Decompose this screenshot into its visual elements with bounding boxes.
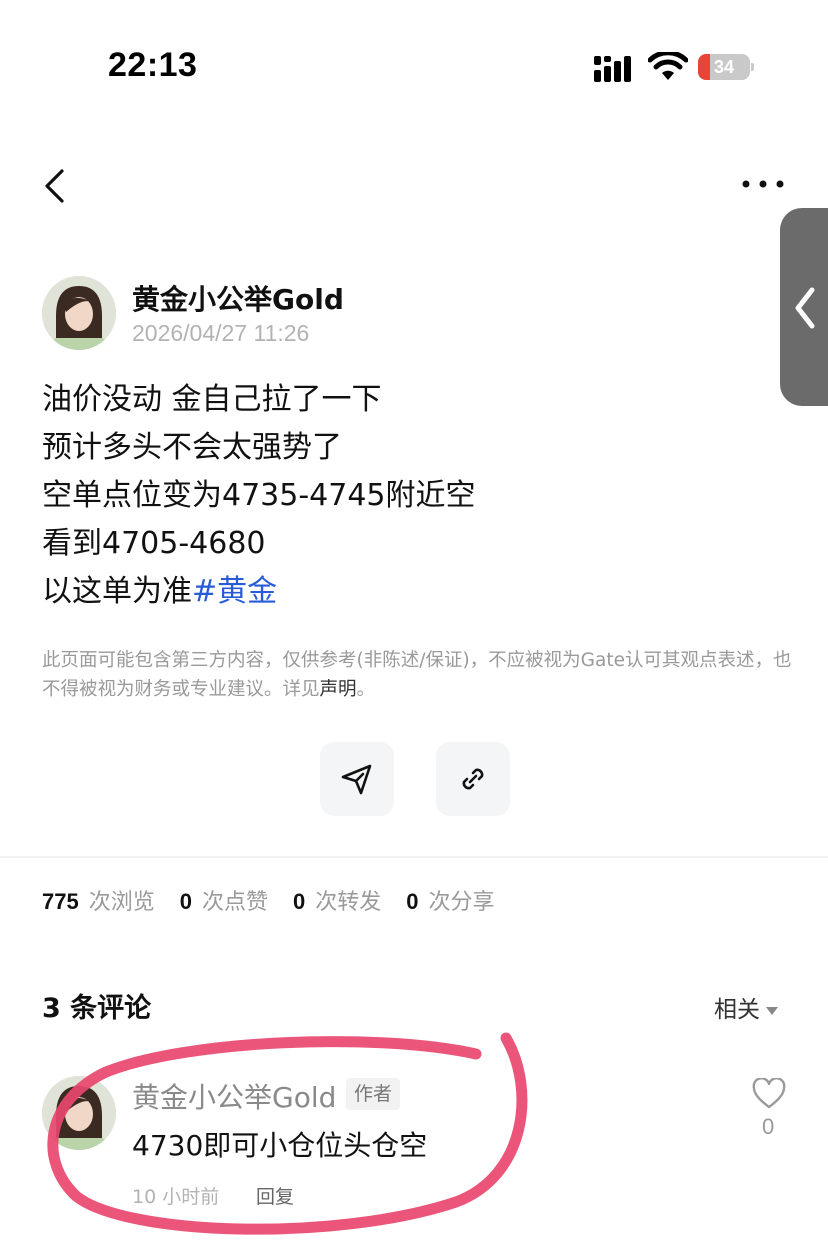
battery-level: 34 xyxy=(713,57,735,77)
likes-count: 0 xyxy=(179,889,192,914)
likes-label: 次点赞 xyxy=(201,890,268,915)
post-stats: 775 次浏览 0 次点赞 0 次转发 0 次分享 xyxy=(42,884,513,916)
sort-dropdown[interactable]: 相关 xyxy=(714,990,778,1024)
chevron-left-icon xyxy=(795,287,815,329)
avatar-image xyxy=(42,276,116,350)
post-line: 看到4705-4680 xyxy=(42,526,266,561)
reposts-label: 次转发 xyxy=(315,890,382,915)
send-icon xyxy=(341,764,372,795)
disclaimer-end: 。 xyxy=(356,679,376,700)
wifi-icon xyxy=(648,52,688,80)
more-dots-icon[interactable] xyxy=(740,176,786,192)
author-badge: 作者 xyxy=(346,1078,401,1110)
comments-title: 3 条评论 xyxy=(42,993,152,1024)
comment-text: 4730即可小仓位头仓空 xyxy=(132,1129,428,1162)
cellular-signal-icon xyxy=(594,56,631,82)
post-line-last: 以这单为准#黄金 xyxy=(42,568,476,616)
link-icon xyxy=(462,768,484,790)
author-name[interactable]: 黄金小公举Gold xyxy=(132,278,344,318)
caret-down-icon xyxy=(766,1006,778,1015)
shares-count: 0 xyxy=(406,889,419,914)
reply-button[interactable]: 回复 xyxy=(256,1182,294,1209)
section-divider xyxy=(0,856,828,858)
side-panel-tab[interactable] xyxy=(780,208,828,406)
shares-label: 次分享 xyxy=(428,890,495,915)
views-count: 775 xyxy=(42,889,79,914)
copy-link-button[interactable] xyxy=(436,742,510,816)
hashtag-link[interactable]: #黄金 xyxy=(192,574,277,609)
disclaimer-text: 此页面可能包含第三方内容，仅供参考(非陈述/保证)，不应被视为Gate认可其观点… xyxy=(42,650,792,700)
post-line: 油价没动 金自己拉了一下 xyxy=(42,382,382,417)
views-label: 次浏览 xyxy=(88,890,155,915)
comment-author-name[interactable]: 黄金小公举Gold xyxy=(132,1076,336,1116)
reposts-count: 0 xyxy=(293,889,306,914)
post-line: 预计多头不会太强势了 xyxy=(42,430,342,465)
battery-icon: 34 xyxy=(698,54,754,80)
comment-time: 10 小时前 xyxy=(132,1186,220,1208)
post-line: 以这单为准 xyxy=(42,574,192,609)
disclaimer-link[interactable]: 声明 xyxy=(320,679,357,700)
status-time: 22:13 xyxy=(108,46,198,84)
author-avatar[interactable] xyxy=(42,276,116,350)
heart-icon[interactable] xyxy=(752,1078,786,1110)
post-content: 油价没动 金自己拉了一下 预计多头不会太强势了 空单点位变为4735-4745附… xyxy=(42,376,476,616)
post-line: 空单点位变为4735-4745附近空 xyxy=(42,478,476,513)
comment-avatar[interactable] xyxy=(42,1076,116,1150)
chevron-left-icon[interactable] xyxy=(40,168,70,204)
share-button[interactable] xyxy=(320,742,394,816)
avatar-image xyxy=(42,1076,116,1150)
comment-like-count: 0 xyxy=(762,1114,775,1139)
post-timestamp: 2026/04/27 11:26 xyxy=(132,320,310,346)
status-bar: 22:13 34 xyxy=(0,0,828,130)
disclaimer: 此页面可能包含第三方内容，仅供参考(非陈述/保证)，不应被视为Gate认可其观点… xyxy=(42,646,794,704)
sort-label: 相关 xyxy=(714,997,760,1023)
